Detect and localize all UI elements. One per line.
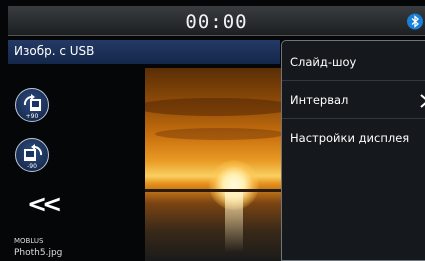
menu-item-label: Слайд-шоу	[290, 55, 357, 69]
photo-sun-reflection	[225, 192, 243, 252]
previous-button[interactable]: <<	[27, 190, 62, 218]
photo-cloud	[155, 128, 285, 140]
header-bar: Изобр. с USB	[8, 40, 280, 64]
photo-cloud	[145, 98, 285, 116]
rotate-counterclockwise-button[interactable]: -90	[15, 138, 49, 172]
rotate-clockwise-button[interactable]: +90	[15, 88, 49, 122]
menu-item-label: Интервал	[290, 93, 349, 107]
photo-horizon	[145, 189, 285, 192]
menu-item-display-settings[interactable]: Настройки дисплея	[282, 121, 425, 157]
file-name: Photh5.jpg	[14, 248, 63, 258]
photo-viewer-screen: 00:00 Изобр. с USB +90 -90 << MOBLUS Pho…	[0, 0, 425, 261]
folder-name: MOBLUS	[14, 237, 44, 245]
status-bar: 00:00	[8, 6, 425, 36]
rotate-counterclockwise-label: -90	[27, 163, 37, 170]
options-menu: Слайд-шоу Интервал Настройки дисплея	[281, 40, 425, 261]
page-title: Изобр. с USB	[14, 44, 95, 58]
menu-item-label: Настройки дисплея	[290, 131, 410, 145]
rotate-clockwise-label: +90	[25, 113, 39, 120]
menu-item-interval[interactable]: Интервал	[282, 83, 425, 119]
rotate-clockwise-icon	[23, 94, 41, 111]
chevron-right-icon	[420, 94, 425, 108]
previous-icon: <<	[27, 190, 62, 218]
rotate-counterclockwise-icon	[24, 144, 43, 161]
bluetooth-icon	[407, 13, 423, 30]
clock: 00:00	[185, 11, 248, 33]
photo-display[interactable]	[145, 68, 285, 261]
menu-item-slideshow[interactable]: Слайд-шоу	[282, 45, 425, 81]
